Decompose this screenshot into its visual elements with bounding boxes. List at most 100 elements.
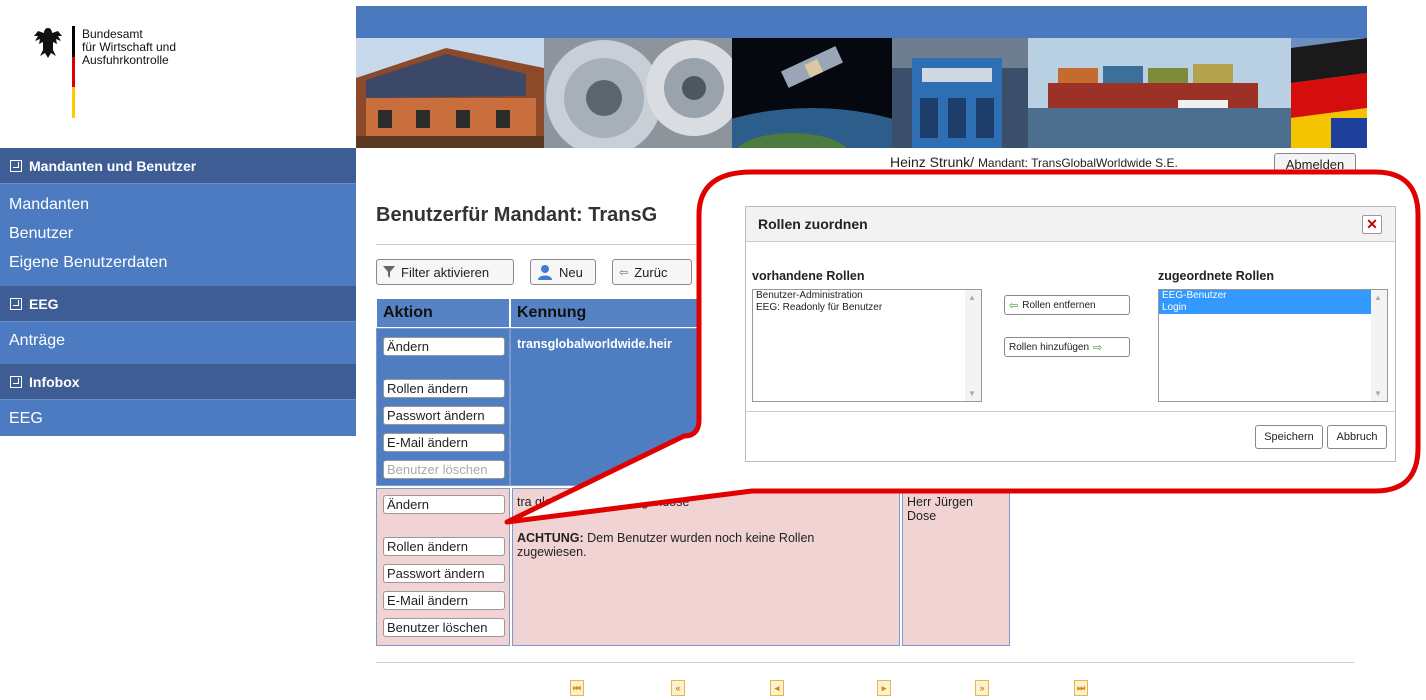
pager-next-icon[interactable]: ▸ — [877, 680, 891, 696]
filter-icon — [383, 266, 395, 278]
banner-photo-satellite — [732, 38, 892, 148]
page-title: Benutzerfür Mandant: TransG — [376, 204, 658, 226]
arrow-left-icon: ⇦ — [1009, 299, 1019, 312]
pager-divider — [376, 662, 1354, 663]
sidebar: Mandanten und Benutzer Mandanten Benutze… — [0, 148, 356, 436]
sidebar-item-benutzer[interactable]: Benutzer — [9, 225, 73, 243]
mandant-label: Mandant: TransGlobalWorldwide S.E. — [977, 156, 1178, 170]
logout-button[interactable]: Abmelden — [1274, 153, 1356, 175]
sidebar-item-antraege[interactable]: Anträge — [9, 332, 65, 350]
sidebar-section-infobox[interactable]: Infobox — [0, 364, 356, 400]
change-password-button[interactable]: Passwort ändern — [383, 406, 505, 425]
dialog-titlebar: Rollen zuordnen ✕ — [746, 207, 1395, 242]
collapse-toggle-icon — [10, 297, 22, 310]
user-fullname: Herr Jürgen Dose — [907, 495, 973, 523]
new-label: Neu — [559, 264, 583, 280]
banner-photo-steel — [544, 38, 732, 148]
add-roles-button[interactable]: Rollen hinzufügen ⇨ — [1004, 337, 1130, 357]
assigned-roles-list[interactable]: EEG-Benutzer Login ▲ ▼ — [1158, 289, 1388, 402]
list-item[interactable]: Benutzer-Administration — [753, 290, 981, 302]
roles-dialog: Rollen zuordnen ✕ vorhandene Rollen Benu… — [745, 206, 1396, 462]
collapse-toggle-icon — [10, 159, 22, 172]
banner-photo-exhibition — [892, 38, 1028, 148]
sidebar-item-eeg-infobox[interactable]: EEG — [9, 410, 43, 428]
kennung-value: transglobalworldwide.heir — [517, 337, 672, 351]
bafa-logo: Bundesamt für Wirtschaft und Ausfuhrkont… — [32, 26, 332, 122]
column-header-aktion[interactable]: Aktion — [376, 298, 510, 328]
collapse-toggle-icon — [10, 375, 22, 388]
table-row-2-actions: Ändern Rollen ändern Passwort ändern E-M… — [376, 488, 510, 646]
flag-bar — [72, 26, 75, 118]
scroll-down-icon[interactable]: ▼ — [1374, 389, 1382, 398]
change-roles-button[interactable]: Rollen ändern — [383, 537, 505, 556]
dialog-footer-divider — [746, 411, 1395, 412]
flag-black — [72, 26, 75, 57]
pager-first-icon[interactable]: ⏮ — [570, 680, 584, 696]
cancel-button[interactable]: Abbruch — [1327, 425, 1387, 449]
sidebar-item-mandanten[interactable]: Mandanten — [9, 196, 89, 214]
remove-roles-button[interactable]: ⇦ Rollen entfernen — [1004, 295, 1130, 315]
available-roles-label: vorhandene Rollen — [752, 269, 865, 283]
available-roles-list[interactable]: Benutzer-Administration EEG: Readonly fü… — [752, 289, 982, 402]
sidebar-section-eeg[interactable]: EEG — [0, 286, 356, 322]
delete-user-button: Benutzer löschen — [383, 460, 505, 479]
back-button[interactable]: ⇦ Zurüc — [612, 259, 692, 285]
pager-next-page-icon[interactable]: » — [975, 680, 989, 696]
change-password-button[interactable]: Passwort ändern — [383, 564, 505, 583]
edit-button[interactable]: Ändern — [383, 495, 505, 514]
federal-eagle-icon — [34, 28, 62, 58]
change-email-button[interactable]: E-Mail ändern — [383, 433, 505, 452]
arrow-right-icon: ⇨ — [1093, 341, 1103, 354]
delete-user-button[interactable]: Benutzer löschen — [383, 618, 505, 637]
sidebar-section-mandanten[interactable]: Mandanten und Benutzer — [0, 148, 356, 184]
change-roles-button[interactable]: Rollen ändern — [383, 379, 505, 398]
back-label: Zurüc — [634, 264, 668, 280]
section-label: Infobox — [29, 373, 80, 390]
table-row-2-name: Herr Jürgen Dose — [902, 488, 1010, 646]
table-row-2-kennung: tra globalworldwide.jürgendose ACHTUNG: … — [512, 488, 900, 646]
logo-line-3: Ausfuhrkontrolle — [82, 53, 169, 67]
table-row-1-actions: Ändern Rollen ändern Passwort ändern E-M… — [376, 328, 510, 486]
list-item[interactable]: EEG: Readonly für Benutzer — [753, 302, 981, 314]
save-button[interactable]: Speichern — [1255, 425, 1323, 449]
scroll-down-icon[interactable]: ▼ — [968, 389, 976, 398]
close-icon[interactable]: ✕ — [1362, 215, 1382, 234]
kennung-value: tra globalworldwide.jürgendose — [517, 495, 690, 509]
pager-prev-icon[interactable]: ◂ — [770, 680, 784, 696]
sidebar-item-eigene-benutzerdaten[interactable]: Eigene Benutzerdaten — [9, 254, 167, 272]
pager-last-icon[interactable]: ⏭ — [1074, 680, 1088, 696]
dialog-title: Rollen zuordnen — [758, 216, 868, 232]
scrollbar[interactable]: ▲ ▼ — [1371, 290, 1387, 401]
section-label: Mandanten und Benutzer — [29, 157, 197, 174]
user-add-icon — [538, 265, 552, 280]
list-item[interactable]: Login — [1159, 302, 1371, 314]
list-item[interactable]: EEG-Benutzer — [1159, 290, 1371, 302]
logo-text: Bundesamt für Wirtschaft und Ausfuhrkont… — [82, 28, 176, 67]
arrow-left-icon: ⇦ — [619, 266, 629, 279]
new-button[interactable]: Neu — [530, 259, 596, 285]
section-label: EEG — [29, 295, 59, 312]
banner-photo-ship — [1028, 38, 1291, 148]
banner-photo-houses — [356, 38, 544, 148]
filter-label: Filter aktivieren — [401, 264, 490, 280]
add-roles-label: Rollen hinzufügen — [1009, 341, 1090, 353]
header-bar — [356, 6, 1367, 38]
change-email-button[interactable]: E-Mail ändern — [383, 591, 505, 610]
flag-red — [72, 56, 75, 88]
filter-button[interactable]: Filter aktivieren — [376, 259, 514, 285]
edit-button[interactable]: Ändern — [383, 337, 505, 356]
pager-prev-page-icon[interactable]: « — [671, 680, 685, 696]
scrollbar[interactable]: ▲ ▼ — [965, 290, 981, 401]
title-divider — [376, 244, 696, 245]
warning-prefix: ACHTUNG: — [517, 531, 584, 545]
banner-photo-flags — [1291, 38, 1367, 148]
scroll-up-icon[interactable]: ▲ — [968, 293, 976, 302]
warning-message: ACHTUNG: Dem Benutzer wurden noch keine … — [517, 531, 887, 559]
header-banner — [356, 38, 1367, 148]
assigned-roles-label: zugeordnete Rollen — [1158, 269, 1274, 283]
name-line-2: Dose — [907, 509, 937, 523]
user-info: Heinz Strunk/ Mandant: TransGlobalWorldw… — [890, 154, 1178, 170]
name-line-1: Herr Jürgen — [907, 495, 973, 509]
scroll-up-icon[interactable]: ▲ — [1374, 293, 1382, 302]
remove-roles-label: Rollen entfernen — [1022, 299, 1096, 311]
